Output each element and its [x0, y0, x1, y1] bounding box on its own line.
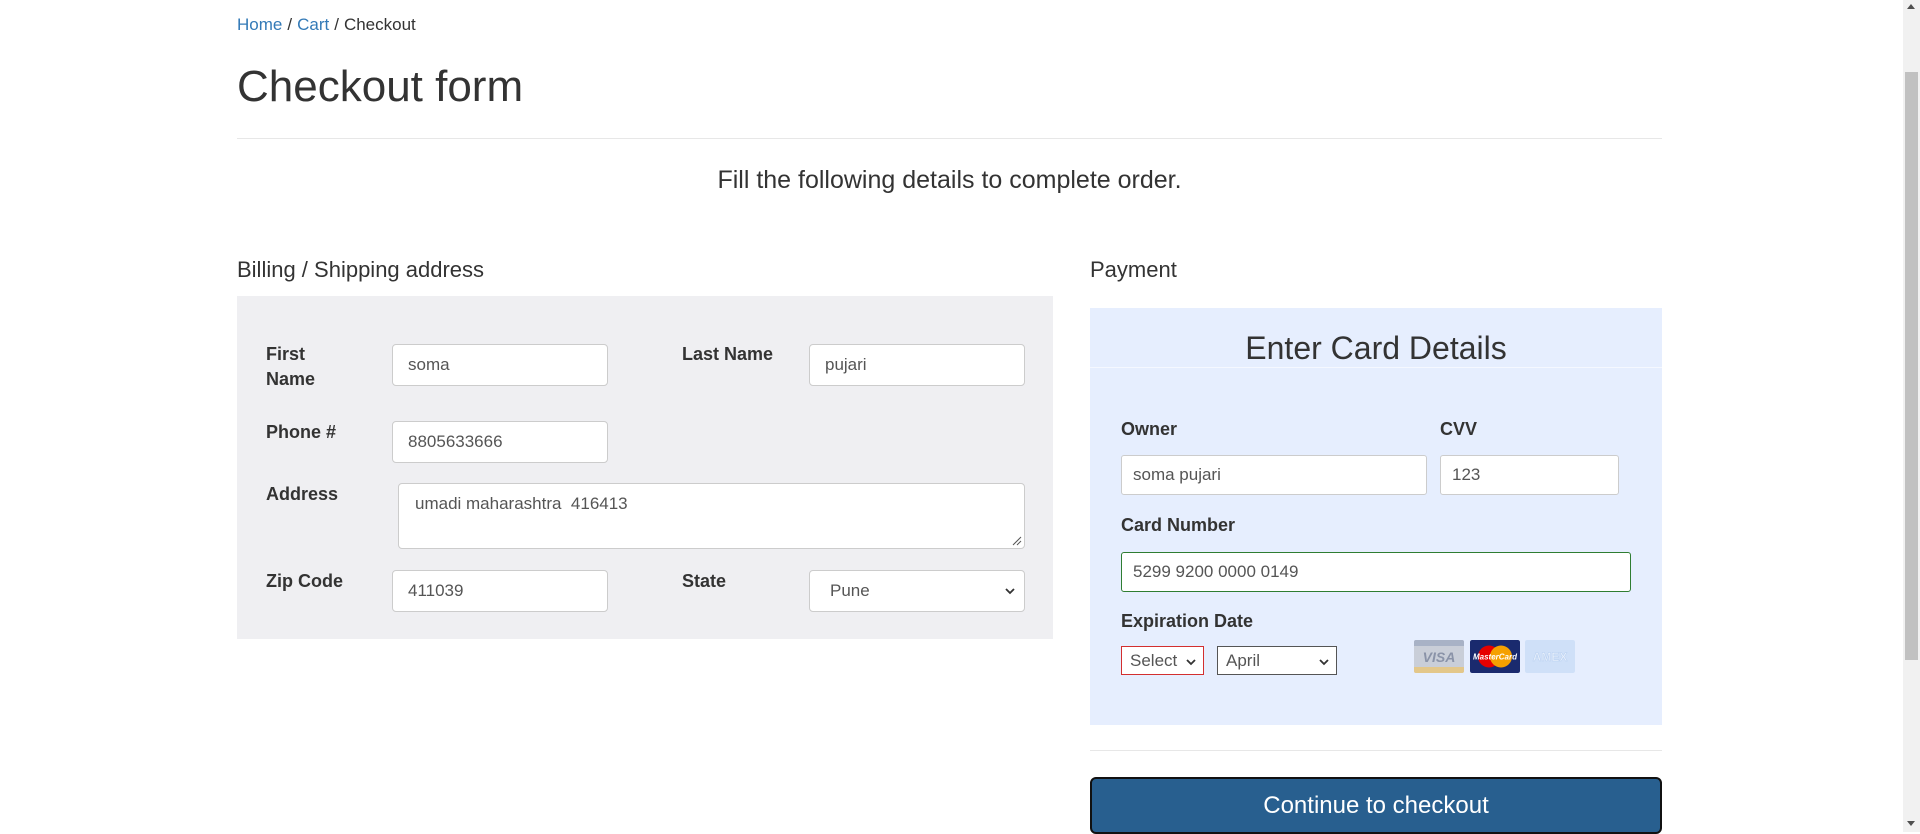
last-name-label: Last Name — [682, 344, 774, 364]
address-textarea[interactable]: umadi maharashtra 416413 — [398, 483, 1025, 549]
scroll-down-arrow-icon[interactable] — [1907, 821, 1915, 826]
billing-heading: Billing / Shipping address — [237, 257, 485, 282]
visa-logo-icon: VISA — [1414, 640, 1464, 673]
title-divider — [237, 138, 1662, 139]
expiration-month-value: April — [1226, 651, 1261, 670]
continue-to-checkout-button[interactable]: Continue to checkout — [1090, 777, 1662, 834]
amex-text: AMEX — [1533, 650, 1568, 664]
cvv-label: CVV — [1440, 419, 1478, 439]
breadcrumb-home-link[interactable]: Home — [237, 15, 282, 34]
page-scrollbar[interactable] — [1903, 0, 1920, 832]
owner-label: Owner — [1121, 419, 1178, 439]
checkout-container: Home / Cart / Checkout Checkout form Fill th… — [237, 0, 1662, 834]
chevron-down-icon — [1005, 588, 1015, 595]
state-select-value: Pune — [830, 581, 870, 600]
breadcrumb-separator: / — [334, 15, 339, 34]
page-title: Checkout form — [237, 62, 524, 111]
mastercard-logo-icon: MasterCard — [1470, 640, 1520, 673]
instructions-text: Fill the following details to complete o… — [717, 166, 1182, 194]
chevron-down-icon — [1319, 659, 1329, 666]
state-select[interactable]: Pune — [809, 570, 1025, 612]
breadcrumb-cart-link[interactable]: Cart — [297, 15, 329, 34]
chevron-down-icon — [1186, 659, 1196, 666]
expiration-date-label: Expiration Date — [1121, 611, 1254, 631]
payment-heading: Payment — [1090, 257, 1177, 282]
zip-code-input[interactable]: 411039 — [392, 570, 608, 612]
first-name-label: First Name — [266, 344, 316, 389]
payment-panel: Enter Card Details Owner soma pujari CVV… — [1090, 308, 1662, 725]
card-number-label: Card Number — [1121, 515, 1236, 535]
first-name-input[interactable]: soma — [392, 344, 608, 386]
owner-input[interactable]: soma pujari — [1121, 455, 1427, 495]
state-label: State — [682, 571, 727, 591]
scroll-up-arrow-icon[interactable] — [1907, 4, 1915, 9]
card-number-input[interactable]: 5299 9200 0000 0149 — [1121, 552, 1631, 592]
breadcrumb-separator: / — [287, 15, 293, 34]
expiration-year-value: Select — [1130, 651, 1178, 670]
payment-divider — [1090, 750, 1662, 751]
zip-code-label: Zip Code — [266, 571, 343, 591]
visa-text: VISA — [1423, 649, 1456, 665]
expiration-year-select[interactable]: Select — [1121, 646, 1204, 675]
resize-grip-icon[interactable] — [1012, 536, 1022, 546]
mastercard-text: MasterCard — [1473, 653, 1518, 662]
card-title-divider — [1090, 367, 1662, 368]
breadcrumb-current: Checkout — [343, 15, 416, 34]
breadcrumb: Home / Cart / Checkout — [237, 15, 416, 35]
scrollbar-thumb[interactable] — [1905, 72, 1918, 660]
last-name-input[interactable]: pujari — [809, 344, 1025, 386]
phone-label: Phone # — [266, 422, 337, 442]
billing-panel: First Name soma Last Name pujari Phone #… — [237, 296, 1053, 639]
card-details-title: Enter Card Details — [1245, 330, 1507, 366]
expiration-month-select[interactable]: April — [1217, 646, 1337, 675]
cvv-input[interactable]: 123 — [1440, 455, 1619, 495]
amex-logo-icon: AMEX — [1525, 640, 1575, 673]
phone-input[interactable]: 8805633666 — [392, 421, 608, 463]
address-label: Address — [266, 484, 339, 504]
address-text: umadi maharashtra 416413 — [415, 494, 628, 513]
